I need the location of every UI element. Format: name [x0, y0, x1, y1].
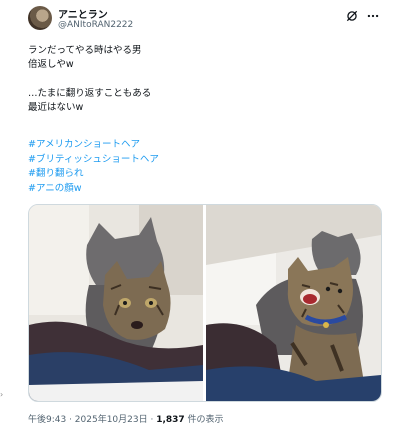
hashtag-link[interactable]: #翻り翻られ: [28, 167, 159, 182]
photo-cats-1[interactable]: [29, 205, 203, 401]
timestamp[interactable]: 午後9:43 · 2025年10月23日 ·: [28, 415, 156, 425]
hashtag-link[interactable]: #アニの顔w: [28, 182, 159, 197]
post-meta: 午後9:43 · 2025年10月23日 · 1,837 件の表示: [28, 412, 224, 425]
views-count: 1,837: [156, 415, 185, 425]
post-text: ランだってやる時はやる男 倍返しやw …たまに翻り返すこともある 最近はないw: [28, 45, 152, 113]
hashtag-link[interactable]: #アメリカンショートヘア: [28, 138, 159, 153]
hashtag-link[interactable]: #ブリティッシュショートヘア: [28, 153, 159, 168]
scroll-marker: ›: [0, 390, 4, 399]
media-grid: [28, 204, 382, 402]
more-icon[interactable]: [364, 7, 382, 25]
hashtag-list: #アメリカンショートヘア #ブリティッシュショートヘア #翻り翻られ #アニの顔…: [28, 138, 159, 196]
photo-cats-2[interactable]: [206, 205, 381, 401]
grok-icon[interactable]: [343, 7, 361, 25]
display-name[interactable]: アニとラン: [58, 6, 108, 21]
tweet-card: アニとラン @ANItoRAN2222 ランだってやる時はやる男 倍返しやw ……: [6, 0, 386, 439]
avatar[interactable]: [28, 6, 52, 30]
views-label: 件の表示: [184, 415, 224, 425]
user-handle[interactable]: @ANItoRAN2222: [58, 20, 133, 30]
